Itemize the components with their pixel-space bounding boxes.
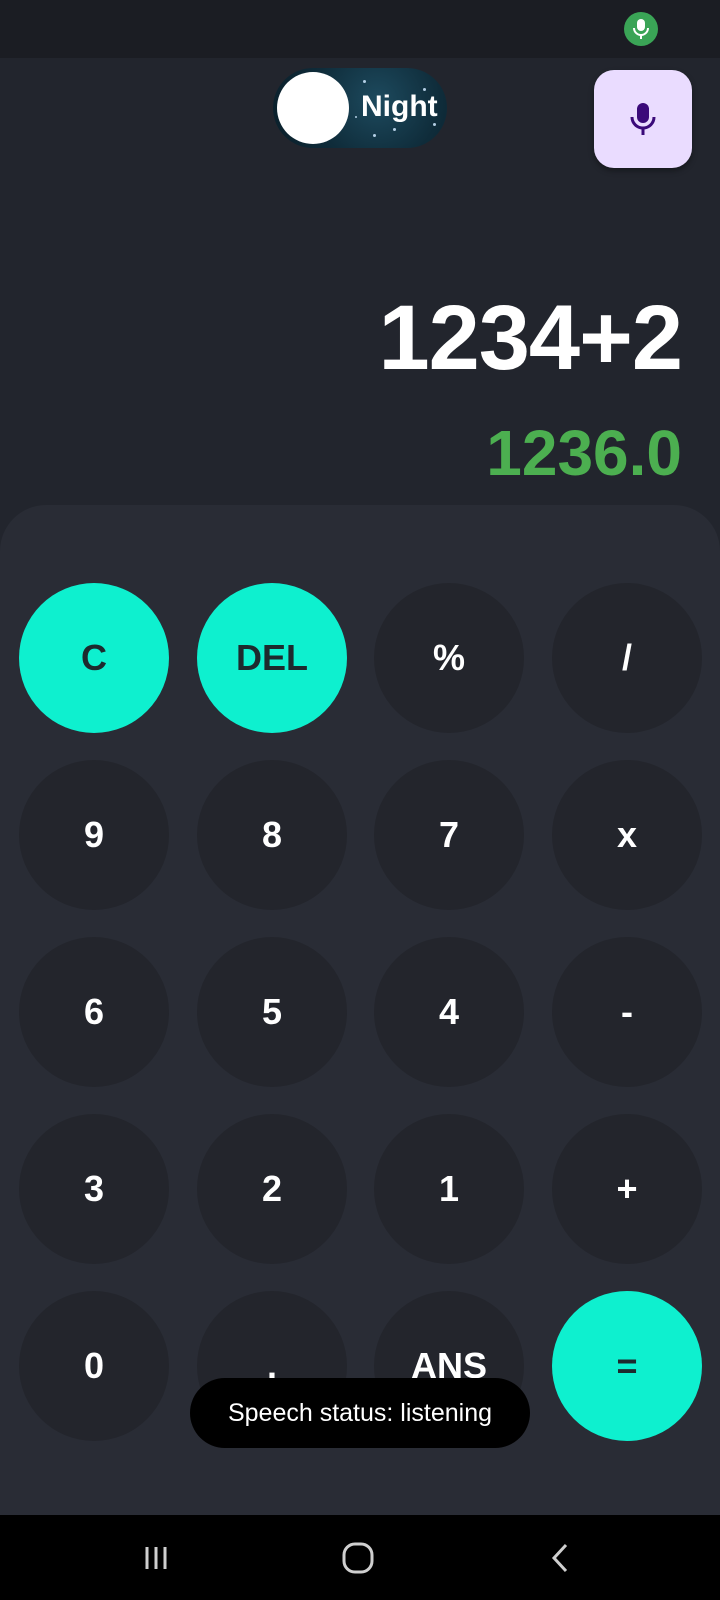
multiply-button[interactable]: x <box>552 760 702 910</box>
digit-6-button[interactable]: 6 <box>19 937 169 1087</box>
mic-icon <box>630 103 656 135</box>
status-bar <box>0 0 720 58</box>
digit-3-button[interactable]: 3 <box>19 1114 169 1264</box>
clear-button[interactable]: C <box>19 583 169 733</box>
digit-2-button[interactable]: 2 <box>197 1114 347 1264</box>
digit-9-button[interactable]: 9 <box>19 760 169 910</box>
digit-8-button[interactable]: 8 <box>197 760 347 910</box>
delete-button[interactable]: DEL <box>197 583 347 733</box>
speech-status-toast: Speech status: listening <box>190 1378 530 1448</box>
divide-button[interactable]: / <box>552 583 702 733</box>
voice-input-button[interactable] <box>594 70 692 168</box>
plus-button[interactable]: + <box>552 1114 702 1264</box>
mic-indicator-icon <box>624 12 658 46</box>
toggle-knob <box>277 72 349 144</box>
home-icon[interactable] <box>328 1535 388 1581</box>
toggle-label: Night <box>361 90 438 123</box>
navigation-bar <box>0 1515 720 1600</box>
expression-display: 1234+2 <box>378 287 683 389</box>
minus-button[interactable]: - <box>552 937 702 1087</box>
recent-apps-icon[interactable] <box>126 1535 186 1581</box>
digit-5-button[interactable]: 5 <box>197 937 347 1087</box>
result-display: 1236.0 <box>486 417 682 489</box>
equals-button[interactable]: = <box>552 1291 702 1441</box>
digit-7-button[interactable]: 7 <box>374 760 524 910</box>
digit-1-button[interactable]: 1 <box>374 1114 524 1264</box>
percent-button[interactable]: % <box>374 583 524 733</box>
back-icon[interactable] <box>530 1535 590 1581</box>
theme-toggle[interactable]: Night <box>273 68 447 148</box>
digit-0-button[interactable]: 0 <box>19 1291 169 1441</box>
digit-4-button[interactable]: 4 <box>374 937 524 1087</box>
